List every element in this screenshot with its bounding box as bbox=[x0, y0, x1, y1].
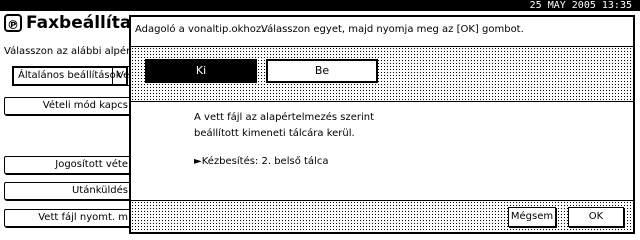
destination-line: ►Kézbesítés: 2. belső tálca bbox=[194, 154, 374, 170]
description-line-2: beállított kimeneti tálcára kerül. bbox=[194, 128, 355, 139]
cancel-button[interactable]: Mégsem bbox=[508, 207, 556, 227]
option-be-button[interactable]: Be bbox=[266, 59, 378, 83]
received-file-print-button[interactable]: Vett fájl nyomt. m bbox=[4, 209, 132, 227]
dialog-footer: Mégsem OK bbox=[131, 200, 633, 232]
option-ki-button[interactable]: Ki bbox=[145, 59, 257, 83]
page-title: ℗ Faxbeállíta bbox=[4, 13, 131, 33]
triangle-right-icon: ► bbox=[194, 156, 202, 167]
page-title-text: Faxbeállíta bbox=[26, 13, 132, 33]
option-selector: Ki Be bbox=[131, 46, 633, 102]
page-subtitle: Válasszon az alábbi alpértel bbox=[4, 46, 144, 57]
tab-general-settings[interactable]: Általános beállítások bbox=[12, 66, 128, 86]
settings-dialog: Adagoló a vonaltip.okhoz: Válasszon egye… bbox=[129, 15, 635, 234]
description-line-1: A vett fájl az alapértelmezés szerint bbox=[194, 112, 374, 123]
authorized-reception-button[interactable]: Jogosított véte bbox=[4, 156, 132, 174]
dialog-header: Adagoló a vonaltip.okhoz: Válasszon egye… bbox=[131, 17, 633, 46]
ok-button[interactable]: OK bbox=[568, 207, 624, 227]
dialog-description: A vett fájl az alapértelmezés szerint be… bbox=[194, 110, 374, 170]
destination-text: Kézbesítés: 2. belső tálca bbox=[201, 156, 329, 167]
fax-icon: ℗ bbox=[4, 14, 22, 32]
datetime: 25 MAY 2005 13:35 bbox=[529, 0, 632, 11]
forwarding-button[interactable]: Utánküldés bbox=[4, 182, 132, 200]
dialog-instruction: Válasszon egyet, majd nyomja meg az [OK]… bbox=[261, 24, 524, 35]
reception-mode-button[interactable]: Vételi mód kapcs bbox=[4, 97, 132, 115]
status-bar: 25 MAY 2005 13:35 bbox=[0, 0, 640, 11]
dialog-label: Adagoló a vonaltip.okhoz: bbox=[135, 24, 265, 35]
